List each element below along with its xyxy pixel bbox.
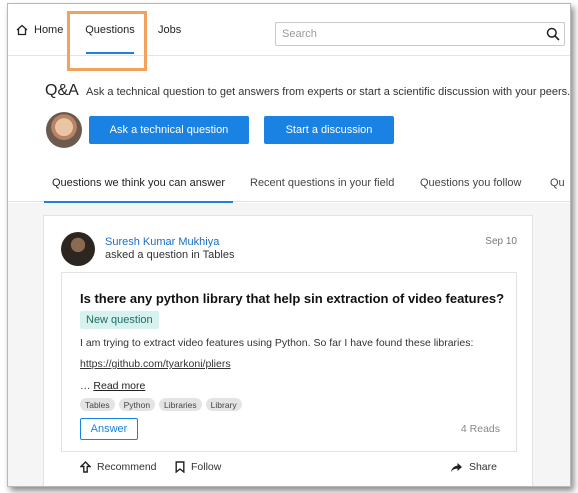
- question-body: I am trying to extract video features us…: [80, 337, 474, 349]
- tab-label: Recent questions in your field: [250, 177, 395, 189]
- top-navigation: Home Questions Jobs: [8, 4, 570, 56]
- tag-list: Tables Python Libraries Library: [80, 398, 242, 411]
- recommend-button[interactable]: Recommend: [80, 459, 157, 475]
- page-description: Ask a technical question to get answers …: [86, 86, 571, 98]
- answer-button[interactable]: Answer: [80, 418, 138, 440]
- recommend-label: Recommend: [97, 461, 157, 473]
- question-title[interactable]: Is there any python library that help si…: [80, 291, 504, 306]
- nav-jobs[interactable]: Jobs: [158, 4, 181, 56]
- tag-chip[interactable]: Tables: [80, 398, 115, 411]
- nav-questions[interactable]: Questions: [74, 4, 146, 56]
- home-icon: [16, 24, 28, 36]
- reads-count: 4 Reads: [460, 423, 500, 435]
- tab-label: Questions you follow: [420, 177, 522, 189]
- tag-chip[interactable]: Library: [205, 398, 242, 411]
- tag-chip[interactable]: Libraries: [159, 398, 202, 411]
- share-button[interactable]: Share: [450, 459, 497, 475]
- follow-label: Follow: [191, 461, 222, 473]
- read-more-row: … Read more: [80, 380, 145, 392]
- author-name-link[interactable]: Suresh Kumar Mukhiya: [105, 236, 219, 248]
- user-avatar[interactable]: [46, 112, 82, 148]
- tag-chip[interactable]: Python: [118, 398, 156, 411]
- nav-jobs-label: Jobs: [158, 24, 182, 36]
- question-content[interactable]: Is there any python library that help si…: [61, 272, 517, 452]
- question-card: Suresh Kumar Mukhiya asked a question in…: [43, 215, 533, 486]
- question-link[interactable]: https://github.com/tyarkoni/pliers: [80, 358, 231, 370]
- tab-truncated[interactable]: Qu: [550, 164, 565, 202]
- new-question-badge: New question: [80, 311, 159, 329]
- tab-questions-we-think-you-can-answer[interactable]: Questions we think you can answer: [44, 164, 234, 203]
- bookmark-icon: [175, 461, 185, 473]
- ask-question-button[interactable]: Ask a technical question: [89, 116, 249, 144]
- tab-questions-you-follow[interactable]: Questions you follow: [420, 164, 522, 202]
- ellipsis-text: …: [80, 380, 91, 392]
- nav-active-indicator: [86, 52, 134, 54]
- question-tabs: Questions we think you can answer Recent…: [8, 164, 570, 203]
- tab-label: Qu: [550, 177, 565, 189]
- arrow-up-icon: [80, 461, 91, 473]
- share-icon: [450, 462, 462, 472]
- app-window: Home Questions Jobs Q&A Ask a technical …: [7, 3, 571, 487]
- author-avatar[interactable]: [61, 232, 95, 266]
- tab-label: Questions we think you can answer: [52, 177, 226, 189]
- share-label: Share: [468, 461, 497, 473]
- post-date: Sep 10: [485, 236, 517, 247]
- nav-questions-label: Questions: [85, 24, 135, 36]
- follow-button[interactable]: Follow: [175, 459, 221, 475]
- tab-recent-questions[interactable]: Recent questions in your field: [250, 164, 394, 202]
- search-icon[interactable]: [546, 27, 560, 41]
- page-title: Q&A: [45, 82, 79, 99]
- start-discussion-button[interactable]: Start a discussion: [264, 116, 394, 144]
- author-action-text: asked a question in Tables: [105, 249, 235, 261]
- search-input[interactable]: [275, 22, 565, 46]
- nav-home-label: Home: [34, 24, 64, 36]
- nav-home[interactable]: Home: [16, 4, 63, 56]
- read-more-link[interactable]: Read more: [93, 380, 145, 392]
